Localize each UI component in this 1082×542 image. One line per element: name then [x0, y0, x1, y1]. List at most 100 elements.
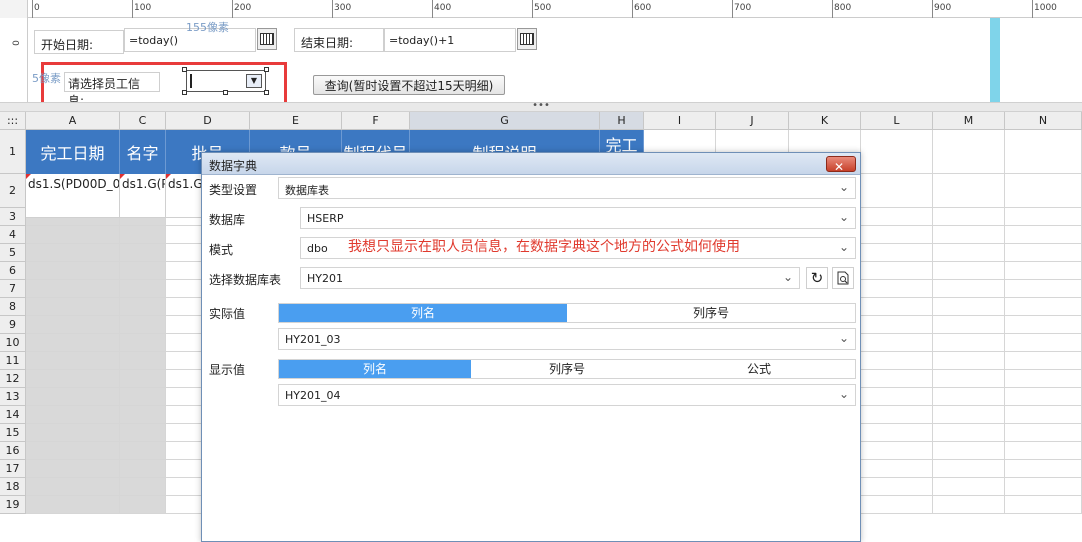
sheet-cell[interactable] — [1005, 280, 1082, 298]
sheet-cell[interactable] — [26, 388, 120, 406]
sheet-cell[interactable] — [1005, 298, 1082, 316]
sheet-cell[interactable] — [1005, 352, 1082, 370]
sheet-cell[interactable] — [120, 262, 166, 280]
sheet-cell[interactable] — [26, 352, 120, 370]
display-tab-formula[interactable]: 公式 — [663, 360, 855, 378]
column-header[interactable]: N — [1005, 112, 1082, 130]
sheet-cell[interactable] — [933, 174, 1005, 208]
sheet-cell[interactable] — [861, 262, 933, 280]
sheet-cell[interactable] — [26, 370, 120, 388]
resize-handle[interactable] — [264, 67, 269, 72]
row-header[interactable]: 11 — [0, 352, 26, 370]
sheet-cell[interactable] — [120, 460, 166, 478]
sheet-cell[interactable] — [26, 424, 120, 442]
column-header[interactable]: M — [933, 112, 1005, 130]
row-header[interactable]: 7 — [0, 280, 26, 298]
sheet-cell[interactable] — [1005, 316, 1082, 334]
sheet-cell[interactable] — [861, 352, 933, 370]
sheet-cell[interactable] — [120, 334, 166, 352]
sheet-cell[interactable] — [861, 406, 933, 424]
row-header[interactable]: 19 — [0, 496, 26, 514]
sheet-cell[interactable] — [861, 244, 933, 262]
column-header[interactable]: L — [861, 112, 933, 130]
row-header[interactable]: 16 — [0, 442, 26, 460]
sheet-cell[interactable] — [933, 424, 1005, 442]
sheet-cell[interactable] — [861, 226, 933, 244]
refresh-button[interactable]: ↻ — [806, 267, 828, 289]
sheet-cell[interactable] — [1005, 262, 1082, 280]
sheet-cell[interactable] — [1005, 496, 1082, 514]
sheet-cell[interactable] — [861, 496, 933, 514]
row-header[interactable]: 17 — [0, 460, 26, 478]
row-header[interactable]: 10 — [0, 334, 26, 352]
end-date-input[interactable]: =today()+1 — [384, 28, 516, 52]
sheet-cell[interactable] — [933, 130, 1005, 174]
dropdown-arrow-icon[interactable]: ▼ — [246, 74, 262, 88]
sheet-cell[interactable] — [26, 478, 120, 496]
sheet-cell[interactable] — [1005, 442, 1082, 460]
column-header[interactable]: H — [600, 112, 644, 130]
sheet-cell[interactable] — [861, 280, 933, 298]
sheet-cell[interactable] — [933, 496, 1005, 514]
sheet-cell[interactable] — [933, 298, 1005, 316]
row-header[interactable]: 6 — [0, 262, 26, 280]
sheet-cell[interactable] — [26, 496, 120, 514]
sheet-cell[interactable] — [120, 352, 166, 370]
sheet-cell[interactable] — [861, 298, 933, 316]
sheet-cell[interactable] — [120, 442, 166, 460]
sheet-cell[interactable] — [120, 478, 166, 496]
data-cell[interactable]: ds1.G(PD00 — [120, 174, 166, 218]
sheet-cell[interactable] — [120, 370, 166, 388]
sheet-cell[interactable] — [933, 244, 1005, 262]
row-header[interactable]: 18 — [0, 478, 26, 496]
row-header[interactable]: 9 — [0, 316, 26, 334]
sheet-cell[interactable] — [1005, 388, 1082, 406]
resize-handle[interactable] — [223, 90, 228, 95]
sheet-cell[interactable] — [1005, 424, 1082, 442]
sheet-cell[interactable] — [1005, 208, 1082, 226]
row-header[interactable]: 13 — [0, 388, 26, 406]
panel-splitter[interactable]: ••• — [0, 101, 1082, 112]
sheet-cell[interactable] — [1005, 130, 1082, 174]
sheet-cell[interactable] — [861, 478, 933, 496]
sheet-cell[interactable] — [933, 352, 1005, 370]
sheet-cell[interactable] — [1005, 478, 1082, 496]
table-select[interactable]: HY201 ⌄ — [300, 267, 800, 289]
sheet-cell[interactable] — [120, 244, 166, 262]
sheet-cell[interactable] — [861, 334, 933, 352]
sheet-cell[interactable] — [933, 208, 1005, 226]
preview-button[interactable] — [832, 267, 854, 289]
dialog-titlebar[interactable]: 数据字典 ✕ — [202, 153, 860, 175]
actual-tab-column-index[interactable]: 列序号 — [567, 304, 855, 322]
sheet-cell[interactable] — [861, 316, 933, 334]
sheet-cell[interactable] — [1005, 226, 1082, 244]
sheet-cell[interactable] — [26, 298, 120, 316]
row-header[interactable]: 3 — [0, 208, 26, 226]
close-button[interactable]: ✕ — [826, 156, 856, 174]
column-header[interactable]: I — [644, 112, 716, 130]
sheet-cell[interactable] — [1005, 370, 1082, 388]
column-header[interactable]: D — [166, 112, 250, 130]
sheet-cell[interactable] — [933, 334, 1005, 352]
sheet-cell[interactable] — [120, 298, 166, 316]
column-header[interactable]: F — [342, 112, 410, 130]
database-select[interactable]: HSERP ⌄ — [300, 207, 856, 229]
select-all-corner[interactable]: ::: — [0, 112, 26, 130]
sheet-cell[interactable] — [120, 424, 166, 442]
sheet-cell[interactable] — [861, 130, 933, 174]
sheet-cell[interactable] — [26, 442, 120, 460]
row-header[interactable]: 2 — [0, 174, 26, 208]
sheet-cell[interactable] — [26, 226, 120, 244]
sheet-cell[interactable] — [120, 388, 166, 406]
sheet-cell[interactable] — [1005, 174, 1082, 208]
sheet-cell[interactable] — [1005, 244, 1082, 262]
sheet-cell[interactable] — [120, 406, 166, 424]
data-cell[interactable]: ds1.S(PD00D_02) — [26, 174, 120, 218]
sheet-cell[interactable] — [861, 370, 933, 388]
type-select[interactable]: 数据库表 ⌄ — [278, 177, 856, 199]
sheet-cell[interactable] — [861, 442, 933, 460]
sheet-cell[interactable] — [26, 244, 120, 262]
column-header[interactable]: E — [250, 112, 342, 130]
display-tab-column-index[interactable]: 列序号 — [471, 360, 663, 378]
sheet-cell[interactable] — [1005, 460, 1082, 478]
